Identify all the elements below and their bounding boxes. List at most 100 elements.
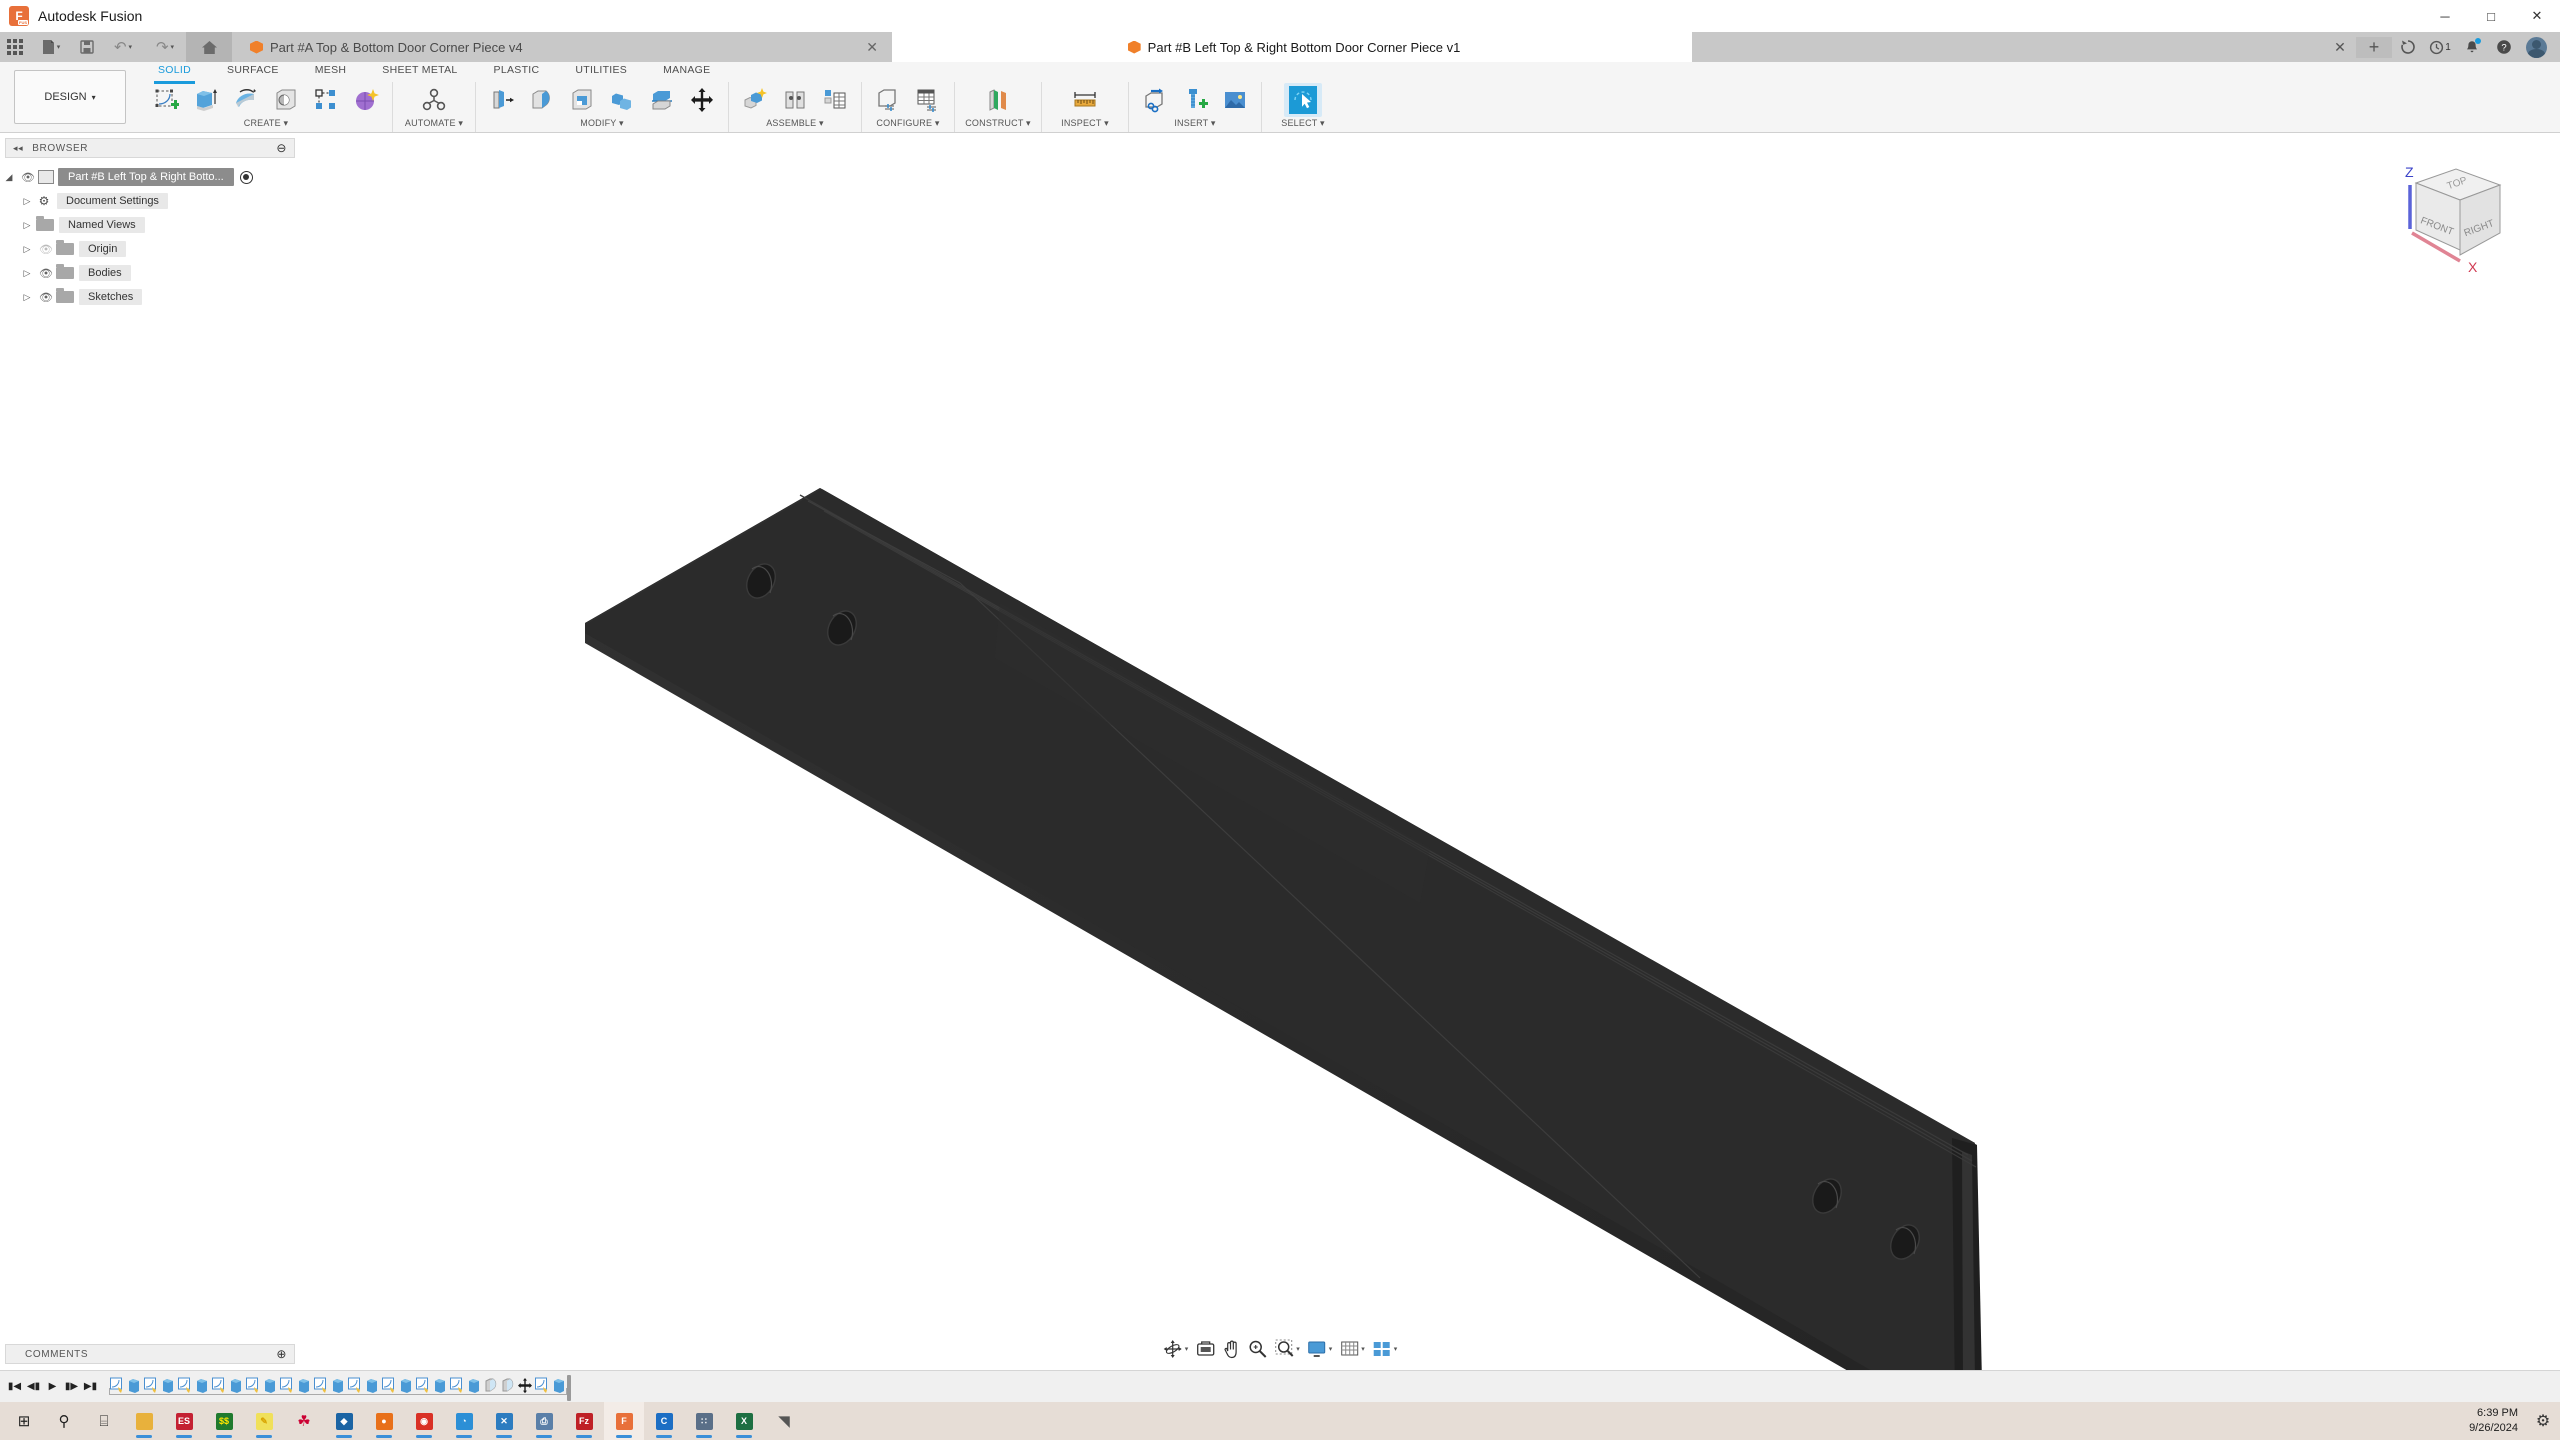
maximize-button[interactable]: □ — [2468, 0, 2514, 32]
fit-caret-icon[interactable]: ▾ — [1296, 1345, 1300, 1353]
filezilla-icon[interactable]: Fz — [564, 1402, 604, 1440]
home-button[interactable] — [186, 32, 232, 62]
vscode-icon[interactable]: ✕ — [484, 1402, 524, 1440]
file-explorer-icon[interactable]: ▬ — [124, 1402, 164, 1440]
redo-caret[interactable]: ▾ — [171, 43, 175, 51]
insert-image-icon[interactable] — [1216, 83, 1254, 117]
browser-item-origin[interactable]: ▷ 👁 Origin — [0, 237, 300, 261]
new-tab-button[interactable]: + — [2356, 36, 2392, 58]
workspace-switcher[interactable]: DESIGN ▾ — [14, 70, 126, 124]
zoom-icon[interactable] — [1244, 1337, 1270, 1361]
undo-arrow-icon[interactable]: ↶ — [114, 38, 127, 56]
select-icon[interactable] — [1284, 83, 1322, 117]
refresh-icon[interactable] — [2392, 32, 2424, 62]
browser-options-icon[interactable]: ⊖ — [276, 141, 287, 155]
paint-icon[interactable]: ☘ — [284, 1402, 324, 1440]
panel-configure-label[interactable]: CONFIGURE ▾ — [862, 118, 954, 132]
timeline-go-end[interactable]: ▶▮ — [82, 1376, 99, 1398]
configure-part-icon[interactable] — [869, 83, 907, 117]
ss-app-icon[interactable]: $$ — [204, 1402, 244, 1440]
panel-modify-label[interactable]: MODIFY ▾ — [476, 118, 728, 132]
offset-plane-icon[interactable] — [979, 83, 1017, 117]
display-caret-icon[interactable]: ▾ — [1329, 1345, 1333, 1353]
document-tab-2-close[interactable]: ✕ — [2324, 32, 2356, 62]
job-status-button[interactable]: 1 — [2424, 32, 2456, 62]
expand-twisty-icon[interactable]: ▷ — [18, 268, 36, 279]
display-settings-icon[interactable]: ▾ — [1304, 1337, 1336, 1361]
timeline-play[interactable]: ▶ — [44, 1376, 61, 1398]
3d-canvas[interactable] — [0, 133, 2560, 1373]
task-view-icon[interactable]: ⌸ — [84, 1402, 124, 1440]
expand-twisty-icon[interactable]: ▷ — [18, 196, 36, 207]
grid-caret-icon[interactable]: ▾ — [1361, 1345, 1365, 1353]
insert-mcmaster-icon[interactable] — [1176, 83, 1214, 117]
firefox-icon[interactable]: ● — [364, 1402, 404, 1440]
expand-twisty-icon[interactable]: ▷ — [18, 244, 36, 255]
add-comment-icon[interactable]: ⊕ — [276, 1347, 287, 1361]
notepad-icon[interactable]: ✎ — [244, 1402, 284, 1440]
expand-twisty-icon[interactable]: ◢ — [0, 172, 18, 183]
measure-icon[interactable] — [1066, 83, 1104, 117]
visibility-eye-off-icon[interactable]: 👁 — [36, 243, 56, 256]
panel-assemble-label[interactable]: ASSEMBLE ▾ — [729, 118, 861, 132]
panel-inspect-label[interactable]: INSPECT ▾ — [1042, 118, 1128, 132]
panel-automate-label[interactable]: AUTOMATE ▾ — [393, 118, 475, 132]
visibility-eye-icon[interactable]: 👁 — [36, 267, 56, 280]
tray-settings-icon[interactable]: ⚙ — [2530, 1411, 2556, 1431]
save-button[interactable] — [72, 32, 102, 62]
start-button[interactable]: ⊞ — [4, 1402, 44, 1440]
rectangular-pattern-icon[interactable] — [307, 83, 345, 117]
edge-icon[interactable]: ◔ — [444, 1402, 484, 1440]
undo-button[interactable]: ↶ ▾ — [102, 32, 144, 62]
ribbon-tab-sheet-metal[interactable]: SHEET METAL — [364, 62, 475, 82]
split-body-icon[interactable] — [643, 83, 681, 117]
help-icon[interactable]: ? — [2488, 32, 2520, 62]
browser-item-named-views[interactable]: ▷ Named Views — [0, 213, 300, 237]
wolf-app-icon[interactable]: ◥ — [764, 1402, 804, 1440]
grid-snaps-icon[interactable]: ▾ — [1336, 1337, 1368, 1361]
orbit-icon[interactable]: ▾ — [1160, 1337, 1192, 1361]
new-document-button[interactable]: ▾ — [30, 32, 72, 62]
fillet-icon[interactable] — [523, 83, 561, 117]
visibility-eye-icon[interactable]: 👁 — [36, 291, 56, 304]
ribbon-tab-mesh[interactable]: MESH — [297, 62, 365, 82]
ribbon-tab-surface[interactable]: SURFACE — [209, 62, 297, 82]
undo-caret[interactable]: ▾ — [129, 43, 133, 51]
configure-table-icon[interactable] — [909, 83, 947, 117]
document-tab-1[interactable]: Part #A Top & Bottom Door Corner Piece v… — [232, 32, 892, 62]
hole-icon[interactable] — [267, 83, 305, 117]
expand-twisty-icon[interactable]: ▷ — [18, 220, 36, 231]
es-app-icon[interactable]: ES — [164, 1402, 204, 1440]
pan-icon[interactable] — [1219, 1337, 1243, 1361]
panel-select-label[interactable]: SELECT ▾ — [1262, 118, 1344, 132]
visibility-eye-icon[interactable]: 👁 — [18, 171, 38, 184]
search-icon[interactable]: ⚲ — [44, 1402, 84, 1440]
orbit-caret-icon[interactable]: ▾ — [1185, 1345, 1189, 1353]
new-component-icon[interactable] — [736, 83, 774, 117]
minimize-button[interactable]: ─ — [2422, 0, 2468, 32]
look-at-icon[interactable] — [1192, 1337, 1218, 1361]
onshape-icon[interactable]: ◆ — [324, 1402, 364, 1440]
joint-icon[interactable] — [776, 83, 814, 117]
timeline-step-back[interactable]: ◀▮ — [25, 1376, 42, 1398]
press-pull-icon[interactable] — [483, 83, 521, 117]
browser-item-bodies[interactable]: ▷ 👁 Bodies — [0, 261, 300, 285]
redo-arrow-icon[interactable]: ↷ — [156, 38, 169, 56]
calculator-icon[interactable]: ∷ — [684, 1402, 724, 1440]
expand-twisty-icon[interactable]: ▷ — [18, 292, 36, 303]
ribbon-tab-manage[interactable]: MANAGE — [645, 62, 728, 82]
chrome-icon[interactable]: ◉ — [404, 1402, 444, 1440]
document-tab-1-close[interactable]: ✕ — [848, 39, 878, 56]
timeline-step-forward[interactable]: ▮▶ — [63, 1376, 80, 1398]
cura-icon[interactable]: C — [644, 1402, 684, 1440]
document-tab-2[interactable]: Part #B Left Top & Right Bottom Door Cor… — [892, 32, 1692, 62]
printer-app-icon[interactable]: ⎙ — [524, 1402, 564, 1440]
insert-derive-icon[interactable] — [1136, 83, 1174, 117]
timeline-features[interactable] — [109, 1374, 571, 1401]
panel-create-label[interactable]: CREATE ▾ — [140, 118, 392, 132]
comments-header[interactable]: COMMENTS ⊕ — [5, 1344, 295, 1364]
create-sketch-icon[interactable] — [147, 83, 185, 117]
extrude-icon[interactable] — [187, 83, 225, 117]
browser-item-document-settings[interactable]: ▷ ⚙ Document Settings — [0, 189, 300, 213]
ribbon-tab-plastic[interactable]: PLASTIC — [476, 62, 558, 82]
